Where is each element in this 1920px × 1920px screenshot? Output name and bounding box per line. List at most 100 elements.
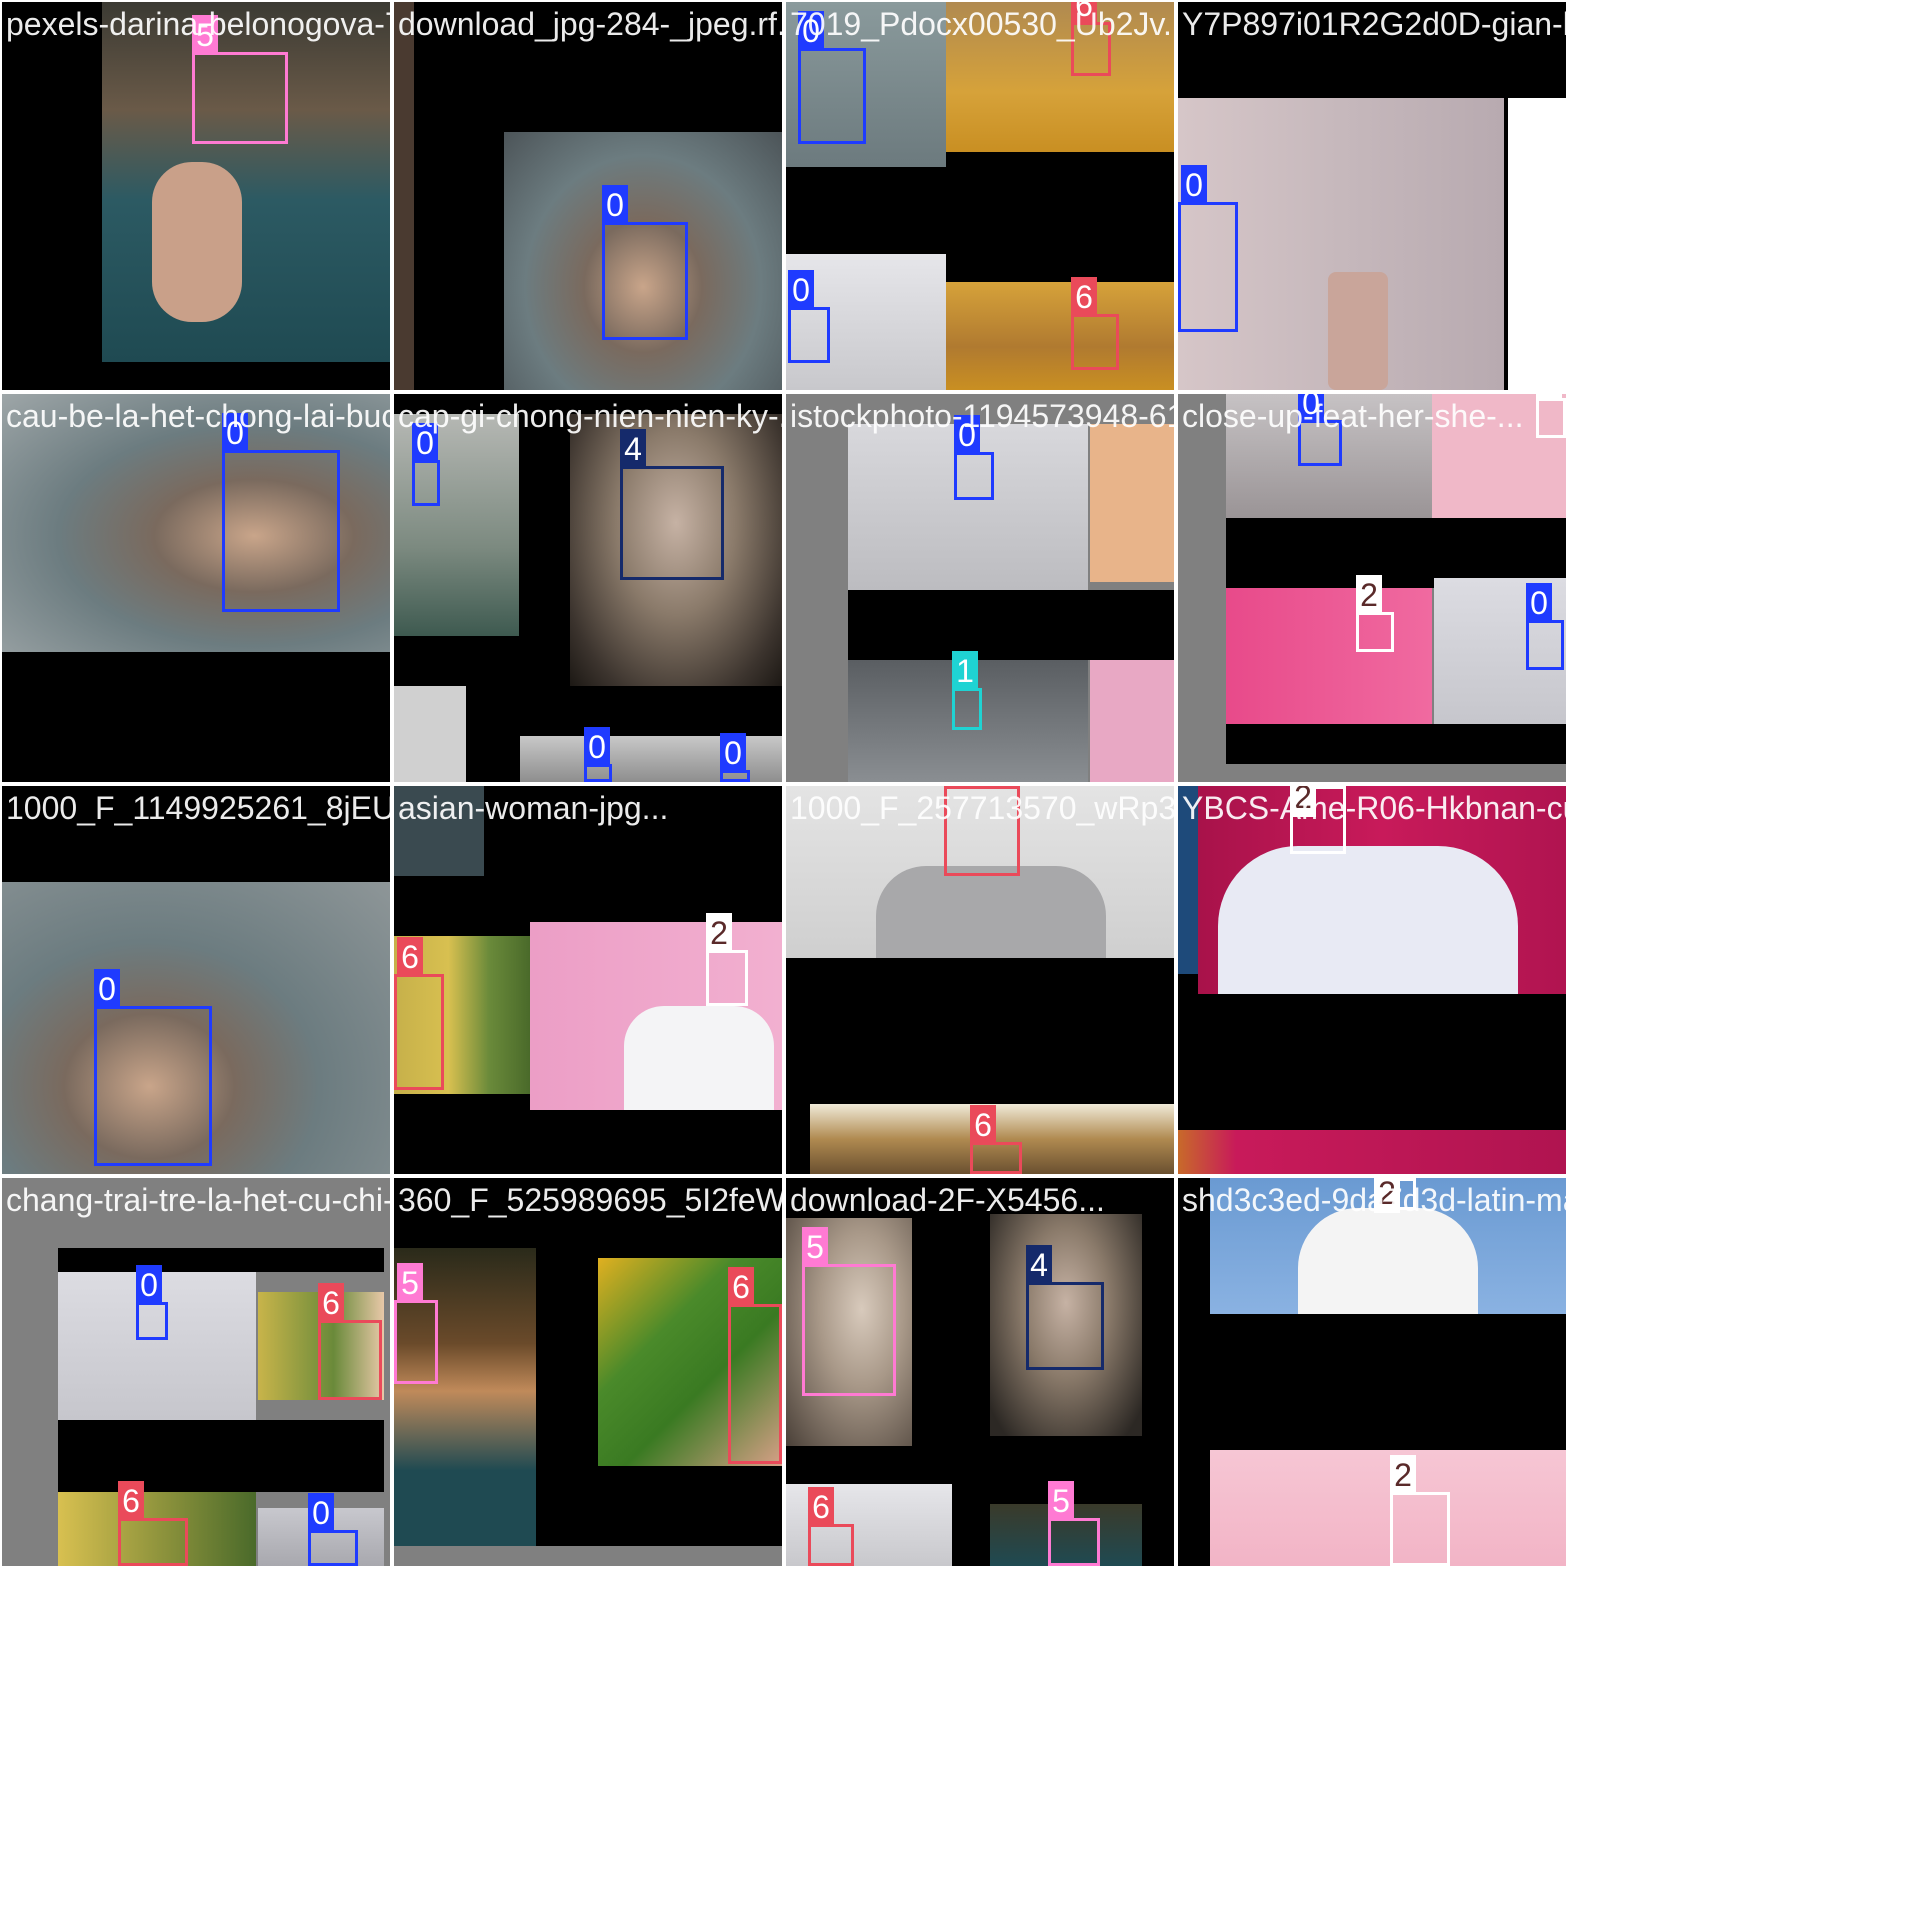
image-filename: chang-trai-tre-la-het-cu-chi-t... — [6, 1182, 390, 1218]
tile-11: 6 6 1000_F_257713570_wRp3Ik... — [786, 786, 1174, 1174]
arm — [152, 162, 242, 322]
tile-9: 0 1000_F_1149925261_8jEUh... — [2, 786, 390, 1174]
image-filename: download_jpg-284-_jpeg.rf.4dc83... — [398, 6, 782, 42]
bounding-box: 5 — [394, 1263, 438, 1384]
bounding-box: 6 — [970, 1105, 1022, 1174]
class-label: 5 — [1048, 1481, 1074, 1521]
image-filename: 360_F_525989695_5I2feW8... — [398, 1182, 782, 1218]
pink-panel — [1090, 660, 1174, 782]
class-label: 2 — [1356, 575, 1382, 615]
bounding-box: 0 — [136, 1265, 168, 1340]
left-gap — [1178, 1178, 1210, 1566]
grey-shirt — [876, 866, 1106, 958]
bounding-box: 2 — [1374, 1178, 1416, 1213]
class-label: 6 — [808, 1487, 834, 1527]
photo-supermarket-woman-2 — [946, 282, 1174, 390]
bounding-box: 0 — [602, 185, 688, 340]
tile-8: 0 2 2 0 close-up-feat-her-she-... — [1178, 394, 1566, 782]
class-label: 0 — [798, 11, 824, 51]
photo-pink-woman — [1226, 588, 1432, 724]
bounding-box: 6 — [394, 937, 444, 1090]
class-label: 2 — [1390, 1455, 1416, 1495]
bounding-box: 2 — [1390, 1455, 1450, 1566]
tile-4: 0 Y7P897i01R2G2d0D-gian-la... — [1178, 2, 1566, 390]
image-filename: Y7P897i01R2G2d0D-gian-la... — [1182, 6, 1566, 42]
tile-7: 0 1 istockphoto-1194573948-612x612_jpg..… — [786, 394, 1174, 782]
bounding-box: 4 — [1026, 1245, 1104, 1370]
bounding-box: 6 — [808, 1487, 854, 1566]
class-label: 0 — [602, 185, 628, 225]
bounding-box: 5 — [802, 1227, 896, 1396]
black-gap — [848, 590, 1174, 660]
bounding-box: 2 — [1356, 575, 1394, 652]
tile-6: 0 4 0 0 cap-gi-chong-nien-nien-ky-... — [394, 394, 782, 782]
tile-2: 0 download_jpg-284-_jpeg.rf.4dc83... — [394, 2, 782, 390]
bounding-box: 6 — [728, 1267, 782, 1464]
bounding-box: 5 — [1048, 1481, 1100, 1566]
photo-grey-small — [394, 686, 466, 782]
bounding-box: 2 — [706, 913, 748, 1006]
class-label: 2 — [1536, 394, 1562, 401]
tile-3: 0 6 0 6 7019_Pdocx00530_Ub2Jv... — [786, 2, 1174, 390]
photo-pink-woman — [1210, 1450, 1566, 1566]
bounding-box: 0 — [412, 423, 440, 506]
blue-strip — [1178, 786, 1198, 974]
black-gap — [1226, 724, 1566, 764]
class-label: 5 — [802, 1227, 828, 1267]
class-label: 0 — [788, 270, 814, 310]
class-label: 6 — [118, 1481, 144, 1521]
bounding-box: 0 — [584, 727, 612, 782]
background-strip — [394, 2, 414, 390]
class-label: 4 — [620, 429, 646, 469]
black-gap — [58, 1420, 384, 1492]
tile-13: 0 6 6 0 chang-trai-tre-la-het-cu-chi-t..… — [2, 1178, 390, 1566]
bounding-box: 0 — [94, 969, 212, 1166]
bounding-box: 6 — [1071, 277, 1119, 370]
class-label: 0 — [1181, 165, 1207, 205]
tile-5: 0 cau-be-la-het-chong-lai-buc-... — [2, 394, 390, 782]
black-gap — [58, 1248, 384, 1272]
bounding-box: 0 — [308, 1493, 358, 1566]
class-label: 5 — [397, 1263, 423, 1303]
bounding-box: 4 — [620, 429, 724, 580]
class-label: 0 — [136, 1265, 162, 1305]
class-label: 0 — [94, 969, 120, 1009]
bounding-box: 0 — [1526, 583, 1564, 670]
bounding-box: 0 — [222, 413, 340, 612]
white-shirt — [1298, 1208, 1478, 1314]
bounding-box: 5 — [192, 15, 288, 144]
photo-bottom-strip — [1178, 1130, 1566, 1174]
tile-1: 5 pexels-darina-belonogova-7208918_jpg.r… — [2, 2, 390, 390]
black-gap — [536, 1466, 782, 1546]
class-label: 5 — [192, 15, 218, 55]
class-label: 6 — [728, 1267, 754, 1307]
class-label: 0 — [720, 733, 746, 773]
phone — [1328, 272, 1388, 390]
bounding-box: 6 — [118, 1481, 188, 1566]
grey-bottom — [394, 1546, 782, 1566]
class-label: 6 — [1071, 2, 1097, 25]
class-label: 6 — [944, 786, 970, 789]
class-label: 0 — [412, 423, 438, 463]
bounding-box: 0 — [788, 270, 830, 363]
class-label: 6 — [318, 1283, 344, 1323]
class-label: 0 — [584, 727, 610, 767]
photo-supermarket-woman — [946, 2, 1174, 152]
bounding-box: 0 — [720, 733, 750, 782]
bounding-box: 0 — [954, 415, 994, 500]
class-label: 1 — [952, 651, 978, 691]
class-label: 2 — [1290, 786, 1316, 817]
tile-10: 6 2 asian-woman-jpg... — [394, 786, 782, 1174]
tile-14: 5 6 360_F_525989695_5I2feW8... — [394, 1178, 782, 1566]
tile-15: 5 4 6 5 download-2F-X5456... — [786, 1178, 1174, 1566]
class-label: 6 — [1071, 277, 1097, 317]
class-label: 0 — [1526, 583, 1552, 623]
class-label: 2 — [1374, 1178, 1400, 1213]
bounding-box: 6 — [1071, 2, 1111, 76]
tile-12: 2 YBCS-Ame-R06-Hkbnan-cu... — [1178, 786, 1566, 1174]
bounding-box: 1 — [952, 651, 982, 730]
bounding-box: 2 — [1290, 786, 1346, 854]
mosaic-grid: 5 pexels-darina-belonogova-7208918_jpg.r… — [0, 0, 1920, 1920]
class-label: 6 — [397, 937, 423, 977]
bounding-box: 0 — [1178, 165, 1238, 332]
